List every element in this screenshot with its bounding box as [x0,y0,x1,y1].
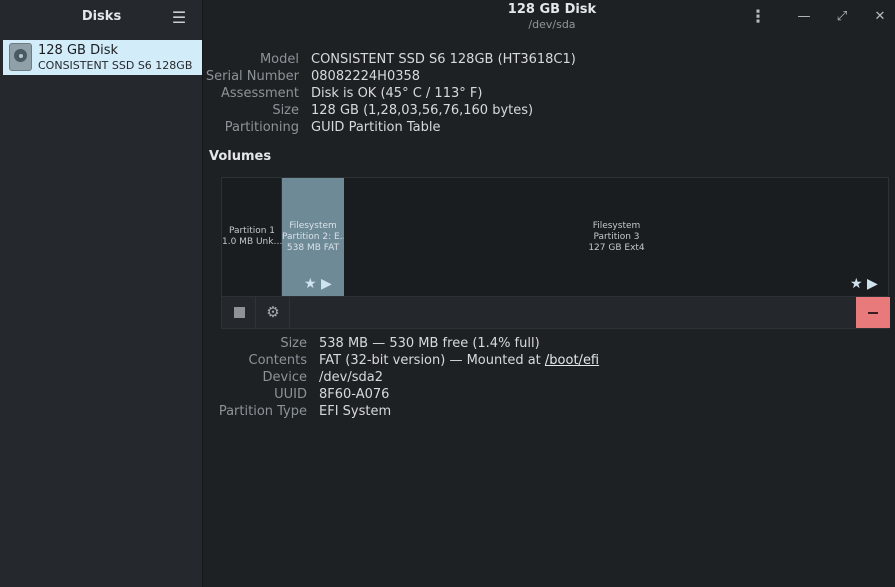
partition-type-value: EFI System [319,404,392,419]
assessment-label: Assessment [221,86,299,101]
partition-1[interactable]: Partition 1 1.0 MB Unk… [222,178,282,296]
mounted-pin-icon: ★ ▶ [850,276,878,292]
partition-2-line3: 538 MB FAT [286,243,340,253]
partition-2[interactable]: Filesystem Partition 2: E… 538 MB FAT ★ … [282,178,344,296]
partition-settings-button[interactable]: ⚙ [256,297,290,328]
partitioning-value: GUID Partition Table [311,120,441,135]
device-value: /dev/sda2 [319,370,383,385]
volume-map: Partition 1 1.0 MB Unk… Filesystem Parti… [221,177,889,297]
close-icon[interactable]: ✕ [869,7,891,27]
partition-1-line1: Partition 1 [228,226,276,236]
hard-disk-icon [9,43,32,71]
model-value: CONSISTENT SSD S6 128GB (HT3618C1) [311,52,576,67]
uuid-value: 8F60-A076 [319,387,390,402]
window-subtitle: /dev/sda [528,18,576,31]
partition-2-line2: Partition 2: E… [282,232,344,242]
partition-3-line3: 127 GB Ext4 [588,243,645,253]
model-label: Model [259,52,299,67]
contents-value: FAT (32-bit version) — Mounted at /boot/… [319,353,599,368]
gears-icon: ⚙ [266,303,280,321]
more-options-icon[interactable]: ⋮ [747,7,769,27]
partition-type-label: Partition Type [218,404,307,419]
contents-text: FAT (32-bit version) — Mounted at [319,353,545,368]
assessment-value: Disk is OK (45° C / 113° F) [311,86,483,101]
disk-name: 128 GB Disk [38,43,118,58]
mounted-pin-icon: ★ ▶ [304,276,332,292]
partition-3-line1: Filesystem [592,221,641,231]
volume-toolbar: ⚙ [221,297,890,329]
maximize-icon[interactable]: ⤢ [831,7,853,27]
uuid-label: UUID [274,387,307,402]
window-title: 128 GB Disk [507,2,597,17]
partition-3-line2: Partition 3 [593,232,640,242]
minimize-icon[interactable]: — [793,7,815,27]
size-value: 128 GB (1,28,03,56,76,160 bytes) [311,103,534,118]
volumes-heading: Volumes [209,149,272,164]
serial-value: 08082224H0358 [311,69,421,84]
stop-icon [234,307,245,318]
partition-2-line1: Filesystem [289,221,337,231]
partition-3[interactable]: Filesystem Partition 3 127 GB Ext4 ★ ▶ [344,178,889,296]
sidebar-header: Disks ☰ [0,0,203,35]
serial-label: Serial Number [205,69,299,84]
vol-size-value: 538 MB — 530 MB free (1.4% full) [319,336,540,351]
delete-partition-button[interactable] [856,297,890,328]
size-label: Size [272,103,299,118]
contents-label: Contents [248,353,307,368]
hamburger-menu-icon[interactable]: ☰ [168,8,190,28]
partition-1-line2: 1.0 MB Unk… [222,237,282,247]
partitioning-label: Partitioning [224,120,299,135]
vol-size-label: Size [280,336,307,351]
unmount-button[interactable] [222,297,256,328]
mount-point-link[interactable]: /boot/efi [545,353,599,368]
sidebar: Disks ☰ 128 GB Disk CONSISTENT SSD S6 12… [0,0,203,587]
disk-model: CONSISTENT SSD S6 128GB [38,59,193,72]
device-label: Device [262,370,307,385]
sidebar-item-disk[interactable]: 128 GB Disk CONSISTENT SSD S6 128GB [3,40,202,75]
